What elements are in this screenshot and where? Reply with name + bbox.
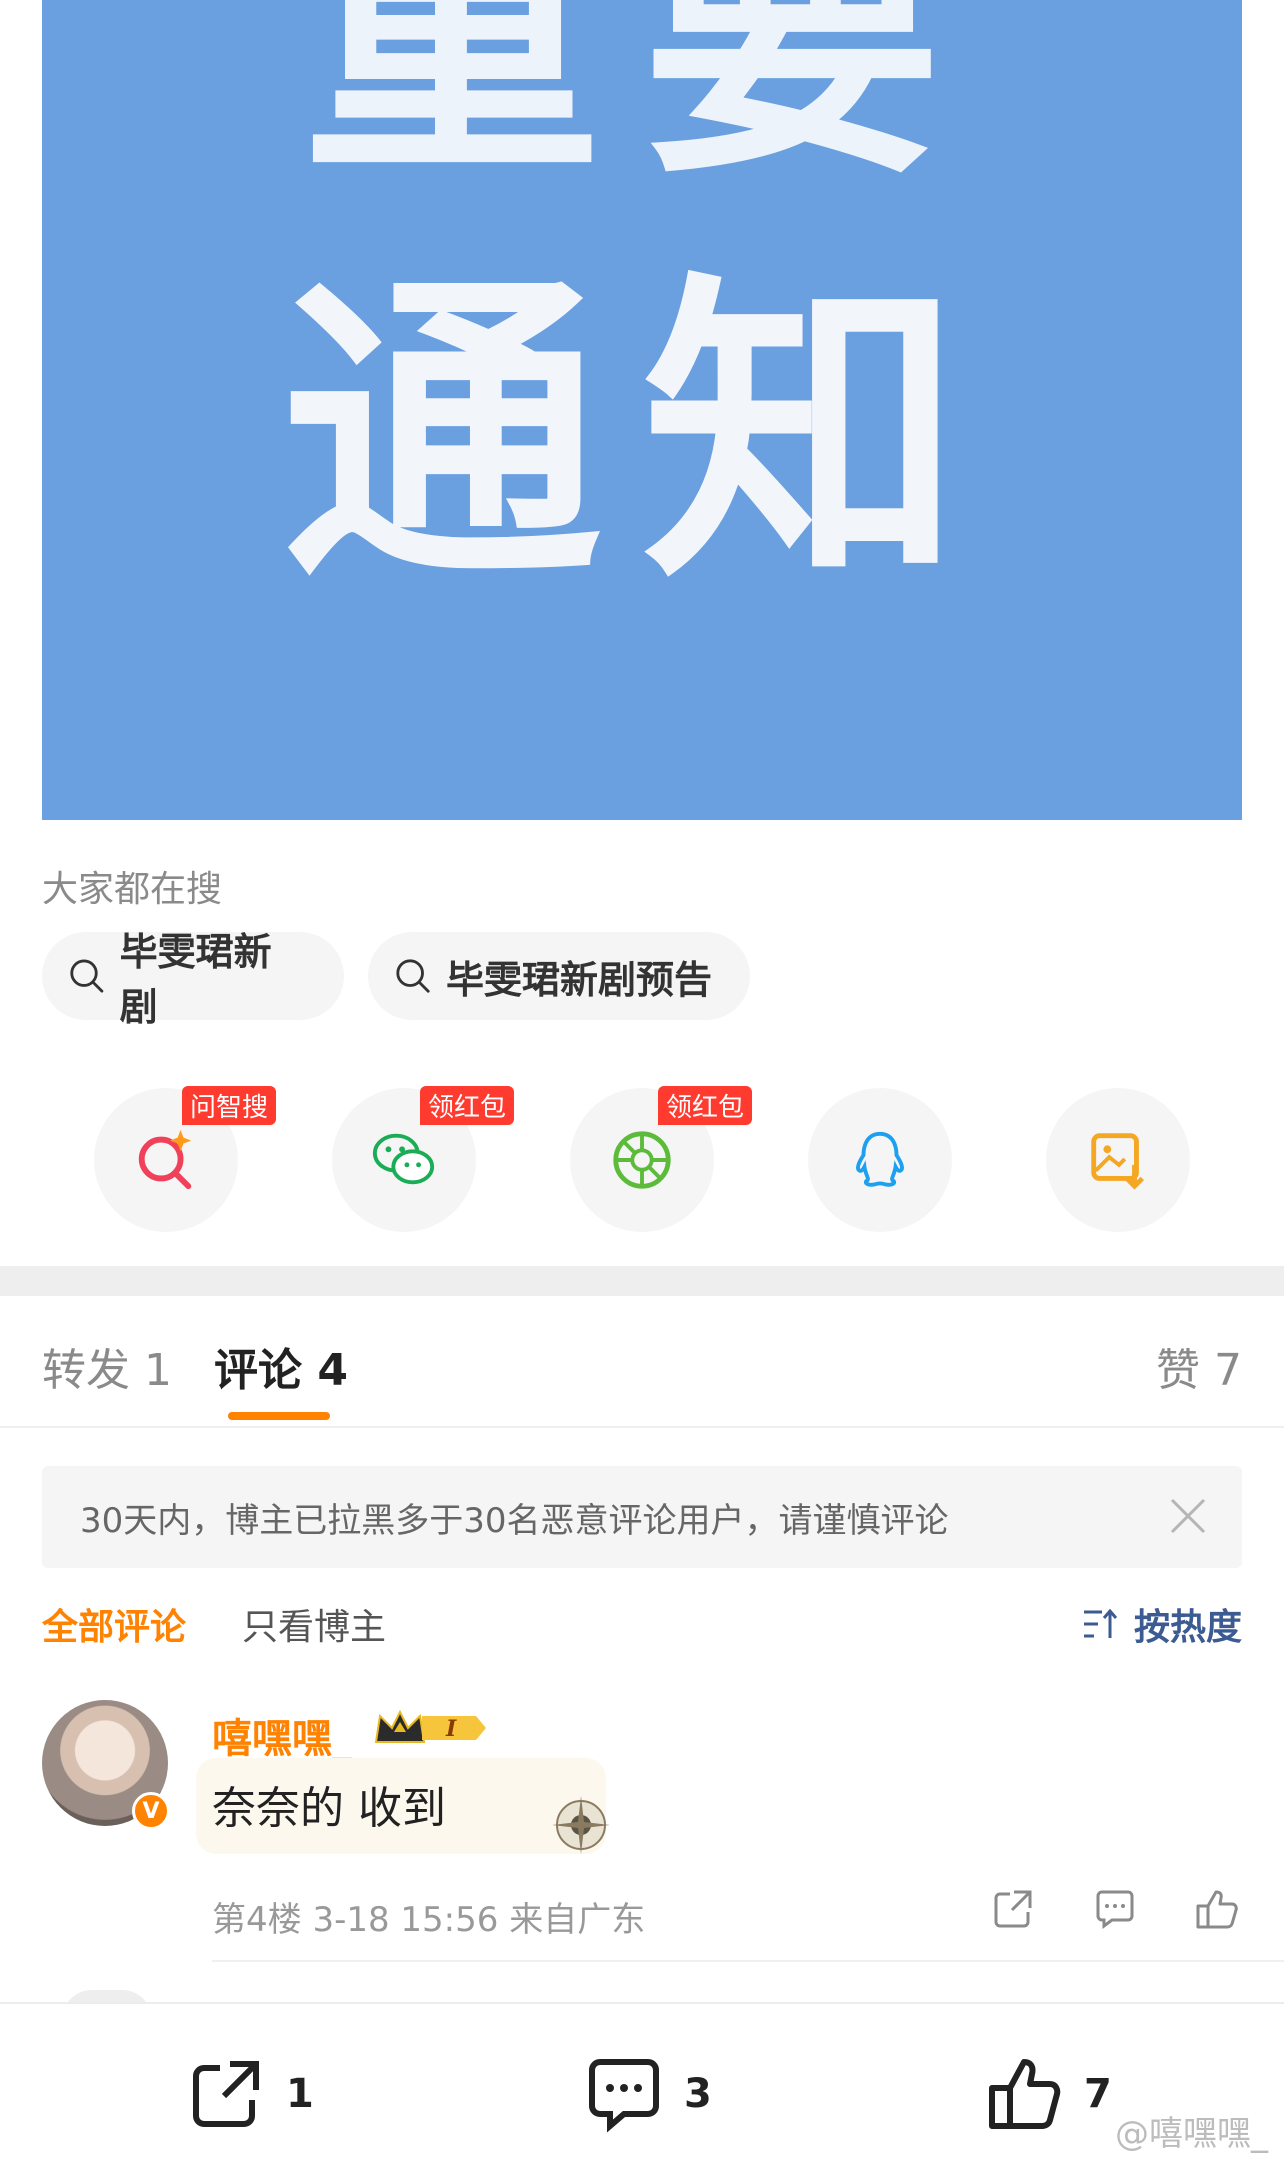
- vip-level-badge: I: [374, 1709, 486, 1743]
- qq-icon: [856, 1131, 904, 1187]
- share-badge: 领红包: [658, 1086, 753, 1125]
- bottom-action-bar: 1 3 7: [0, 2002, 1284, 2162]
- search-chip-label: 毕雯珺新剧: [119, 930, 272, 1029]
- share-wechat-button[interactable]: 领红包: [332, 1086, 515, 1232]
- search-chip[interactable]: 毕雯珺新剧预告: [368, 932, 750, 1020]
- sort-by-hot-button[interactable]: 按热度: [1080, 1598, 1242, 1650]
- repost-button[interactable]: 1: [186, 2054, 314, 2134]
- active-tab-indicator: [228, 1412, 330, 1420]
- comment-button[interactable]: 3: [584, 2054, 712, 2134]
- share-badge: 领红包: [420, 1086, 515, 1125]
- comment-meta: 第4楼 3-18 15:56 来自广东: [212, 1900, 646, 1940]
- like-icon: [989, 2059, 1061, 2129]
- comment-divider: [212, 1960, 1284, 1962]
- tab-comments[interactable]: 评论 4: [214, 1334, 348, 1398]
- search-icon: [396, 959, 430, 993]
- banner-text-line1: 重要: [302, 0, 982, 214]
- filter-all-comments[interactable]: 全部评论: [42, 1598, 186, 1650]
- sort-icon: [1083, 1608, 1118, 1638]
- comment-warning-notice: 30天内，博主已拉黑多于30名恶意评论用户，请谨慎评论: [42, 1466, 1242, 1568]
- share-ai-search-button[interactable]: 问智搜: [94, 1086, 277, 1232]
- watermark: @嘻嘿嘿_: [1115, 2114, 1268, 2154]
- comment-username[interactable]: 嘻嘿嘿_: [212, 1706, 352, 1764]
- post-image[interactable]: 重要 通知: [42, 0, 1242, 820]
- tab-likes[interactable]: 赞 7: [1156, 1334, 1242, 1398]
- share-icon[interactable]: [990, 1886, 1036, 1932]
- search-chip-label: 毕雯珺新剧预告: [446, 957, 713, 1002]
- moments-icon: [613, 1131, 671, 1189]
- vip-level-text: I: [445, 1716, 457, 1742]
- ai-search-icon: [138, 1129, 192, 1190]
- like-count: 7: [1084, 2071, 1112, 2117]
- sort-label: 按热度: [1133, 1607, 1242, 1648]
- search-suggestions-title: 大家都在搜: [42, 869, 223, 910]
- close-icon[interactable]: [1168, 1496, 1208, 1536]
- share-badge: 问智搜: [182, 1086, 277, 1125]
- compass-sticker-icon: [552, 1796, 610, 1854]
- filter-author-only[interactable]: 只看博主: [242, 1598, 386, 1650]
- comment-count: 3: [684, 2071, 712, 2117]
- search-icon: [70, 959, 104, 993]
- like-icon[interactable]: [1194, 1886, 1240, 1932]
- share-moments-button[interactable]: 领红包: [570, 1086, 753, 1232]
- notice-text: 30天内，博主已拉黑多于30名恶意评论用户，请谨慎评论: [80, 1500, 949, 1541]
- reply-icon[interactable]: [1092, 1886, 1138, 1932]
- banner-text-line2: 通知: [282, 249, 1002, 621]
- verified-badge: V: [132, 1792, 170, 1830]
- share-qq-button[interactable]: [808, 1088, 952, 1232]
- repost-count: 1: [286, 2071, 314, 2117]
- wechat-icon: [372, 1133, 435, 1185]
- search-chip[interactable]: 毕雯珺新剧: [42, 930, 344, 1029]
- save-image-icon: [1091, 1133, 1145, 1190]
- section-divider: [0, 1266, 1284, 1296]
- comment-text: 奈奈的 收到: [212, 1783, 446, 1834]
- tab-repost[interactable]: 转发 1: [42, 1334, 172, 1398]
- comment-icon: [589, 2059, 659, 2133]
- repost-icon: [193, 2061, 259, 2127]
- share-save-image-button[interactable]: [1046, 1088, 1190, 1232]
- interaction-tabs: 转发 1 评论 4 赞 7: [0, 1296, 1284, 1428]
- like-button[interactable]: 7: [984, 2054, 1112, 2134]
